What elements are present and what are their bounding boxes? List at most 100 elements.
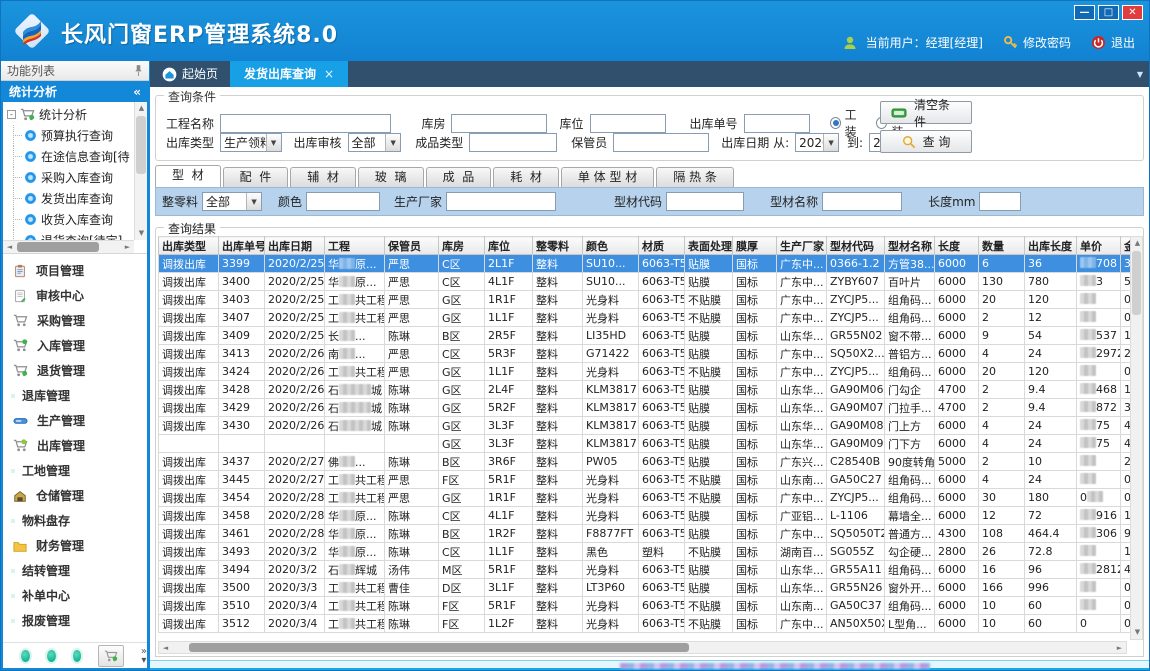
tree-expander-icon[interactable]: -	[7, 110, 16, 119]
tree-root-statistics[interactable]: - 统计分析	[5, 104, 134, 125]
sidebar-item-出库管理[interactable]: 出库管理	[3, 433, 147, 458]
manufacturer-input[interactable]	[446, 192, 556, 211]
outbound-type-select[interactable]: 生产领料出库	[220, 133, 282, 152]
pin-icon[interactable]	[134, 64, 143, 77]
column-header-单价[interactable]: 单价	[1077, 237, 1121, 255]
table-row[interactable]: 调拨出库34072020/2/25工共工程严思G区1L1F整料光身料6063-T…	[159, 309, 1137, 327]
column-header-长度[interactable]: 长度	[935, 237, 979, 255]
sidebar-item-生产管理[interactable]: 生产管理	[3, 408, 147, 433]
grid-horizontal-scrollbar[interactable]: ◄ ►	[158, 641, 1127, 654]
length-input[interactable]	[979, 192, 1021, 211]
table-row[interactable]: 调拨出库34292020/2/26石城陈琳G区5R2F整料KLM38176063…	[159, 399, 1137, 417]
table-row[interactable]: 调拨出库34032020/2/25工共工程严思G区1R1F整料光身料6063-T…	[159, 291, 1137, 309]
tree-horizontal-scrollbar[interactable]: ◄ ►	[3, 240, 134, 253]
collapse-icon[interactable]: «	[133, 85, 141, 99]
location-input[interactable]	[590, 114, 666, 133]
material-tab-型材[interactable]: 型 材	[155, 165, 221, 187]
tree-item-在途信息查询[待[interactable]: 在途信息查询[待	[5, 146, 134, 167]
product-type-input[interactable]	[469, 133, 557, 152]
change-password-button[interactable]: 修改密码	[1003, 34, 1071, 51]
sidebar-item-退货管理[interactable]: 退货管理	[3, 358, 147, 383]
column-header-颜色[interactable]: 颜色	[583, 237, 639, 255]
grid-vertical-scrollbar[interactable]: ▲ ▼	[1130, 236, 1143, 640]
sidebar-item-退库管理[interactable]: 退库管理	[3, 383, 147, 408]
material-tab-配件[interactable]: 配 件	[223, 167, 289, 187]
project-name-input[interactable]	[220, 114, 391, 133]
table-row[interactable]: 调拨出库34942020/3/2石辉城汤伟M区5R1F整料光身料6063-T5贴…	[159, 561, 1137, 579]
sidebar-item-报废管理[interactable]: 报废管理	[3, 608, 147, 633]
profile-code-input[interactable]	[666, 192, 744, 211]
clear-conditions-button[interactable]: 清空条件	[880, 101, 972, 124]
sidebar-item-物料盘存[interactable]: 物料盘存	[3, 508, 147, 533]
column-header-型材代码[interactable]: 型材代码	[827, 237, 885, 255]
table-row[interactable]: 调拨出库34132020/2/26南...严思C区5R3F整料G71422606…	[159, 345, 1137, 363]
tree-item-收货入库查询[interactable]: 收货入库查询	[5, 209, 134, 230]
minimize-button[interactable]: —	[1074, 5, 1095, 20]
quick-dot-icon[interactable]	[73, 650, 82, 662]
material-tab-成品[interactable]: 成 品	[426, 167, 492, 187]
table-row[interactable]: 调拨出库33992020/2/25华原...严思C区2L1F整料SU10...6…	[159, 255, 1137, 273]
column-header-型材名称[interactable]: 型材名称	[885, 237, 935, 255]
table-row[interactable]: 调拨出库34302020/2/26石城陈琳G区3L3F整料KLM38176063…	[159, 417, 1137, 435]
outbound-audit-select[interactable]: 全部	[348, 133, 402, 152]
menu-overflow-button[interactable]: »▾	[141, 647, 147, 665]
column-header-库房[interactable]: 库房	[439, 237, 485, 255]
sidebar-item-审核中心[interactable]: 审核中心	[3, 283, 147, 308]
tree-item-采购入库查询[interactable]: 采购入库查询	[5, 167, 134, 188]
table-row[interactable]: 调拨出库34612020/2/28华原...陈琳B区1R2F整料F8877FT6…	[159, 525, 1137, 543]
close-button[interactable]: ✕	[1122, 5, 1143, 20]
table-row[interactable]: 调拨出库34452020/2/27工共工程严思F区5R1F整料光身料6063-T…	[159, 471, 1137, 489]
sidebar-item-结转管理[interactable]: 结转管理	[3, 558, 147, 583]
column-header-保管员[interactable]: 保管员	[385, 237, 439, 255]
table-row[interactable]: 调拨出库34242020/2/26工共工程严思G区1L1F整料光身料6063-T…	[159, 363, 1137, 381]
column-header-生产厂家[interactable]: 生产厂家	[777, 237, 827, 255]
profile-name-input[interactable]	[822, 192, 902, 211]
sidebar-item-入库管理[interactable]: 入库管理	[3, 333, 147, 358]
table-row[interactable]: 调拨出库35102020/3/4工共工程陈琳F区5R1F整料光身料6063-T5…	[159, 597, 1137, 615]
color-input[interactable]	[306, 192, 380, 211]
material-tab-玻璃[interactable]: 玻 璃	[358, 167, 424, 187]
whole-part-select[interactable]: 全部	[202, 192, 262, 211]
column-header-表面处理[interactable]: 表面处理	[685, 237, 733, 255]
table-row[interactable]: 调拨出库34542020/2/28工共工程严思G区1R1F整料光身料6063-T…	[159, 489, 1137, 507]
table-row[interactable]: 调拨出库35002020/3/3工共工程曹佳D区3L1F整料LT3P606063…	[159, 579, 1137, 597]
column-header-材质[interactable]: 材质	[639, 237, 685, 255]
column-header-工程[interactable]: 工程	[325, 237, 385, 255]
table-row[interactable]: 调拨出库34932020/3/2华原...陈琳C区1L1F整料黑色塑料不贴膜国标…	[159, 543, 1137, 561]
table-row[interactable]: 调拨出库35122020/3/4工共工程陈琳F区1L2F整料光身料6063-T5…	[159, 615, 1137, 633]
material-tab-耗材[interactable]: 耗 材	[493, 167, 559, 187]
column-header-数量[interactable]: 数量	[979, 237, 1025, 255]
logout-button[interactable]: 退出	[1091, 34, 1135, 51]
date-from-picker[interactable]: 2020/ 2/16	[795, 133, 839, 152]
table-row[interactable]: 调拨出库34092020/2/25长...陈琳B区2R5F整料LI35HD606…	[159, 327, 1137, 345]
tab-home[interactable]: 起始页	[150, 61, 230, 87]
quick-dot-icon[interactable]	[47, 650, 56, 662]
column-header-出库长度[interactable]: 出库长度	[1025, 237, 1077, 255]
table-row[interactable]: G区3L3F整料KLM38176063-T5贴膜国标山东华...GA90M09.…	[159, 435, 1137, 453]
section-header-statistics[interactable]: 统计分析 «	[1, 81, 149, 102]
sidebar-item-项目管理[interactable]: 项目管理	[3, 258, 147, 283]
sidebar-item-工地管理[interactable]: 工地管理	[3, 458, 147, 483]
quick-dot-icon[interactable]	[21, 650, 30, 662]
column-header-整零料[interactable]: 整零料	[533, 237, 583, 255]
table-row[interactable]: 调拨出库34282020/2/26石城陈琳G区2L4F整料KLM38176063…	[159, 381, 1137, 399]
tab-shipping-outbound-query[interactable]: 发货出库查询 ×	[230, 61, 348, 87]
column-header-膜厚[interactable]: 膜厚	[733, 237, 777, 255]
column-header-库位[interactable]: 库位	[485, 237, 533, 255]
search-button[interactable]: 查 询	[880, 130, 972, 153]
column-header-出库类型[interactable]: 出库类型	[159, 237, 219, 255]
quick-cart-button[interactable]	[98, 645, 123, 667]
material-tab-辅材[interactable]: 辅 材	[290, 167, 356, 187]
column-header-出库单号[interactable]: 出库单号	[219, 237, 265, 255]
maximize-button[interactable]: □	[1098, 5, 1119, 20]
sidebar-item-财务管理[interactable]: 财务管理	[3, 533, 147, 558]
tree-item-预算执行查询[interactable]: 预算执行查询	[5, 125, 134, 146]
material-tab-单体型材[interactable]: 单 体 型 材	[561, 167, 654, 187]
keeper-input[interactable]	[613, 133, 709, 152]
tab-list-dropdown-icon[interactable]: ▼	[1137, 70, 1143, 79]
material-tab-隔热条[interactable]: 隔 热 条	[656, 167, 734, 187]
table-row[interactable]: 调拨出库34372020/2/27佛...陈琳B区3R6F整料PW056063-…	[159, 453, 1137, 471]
sidebar-item-采购管理[interactable]: 采购管理	[3, 308, 147, 333]
sidebar-item-补单中心[interactable]: 补单中心	[3, 583, 147, 608]
sidebar-item-仓储管理[interactable]: 仓储管理	[3, 483, 147, 508]
